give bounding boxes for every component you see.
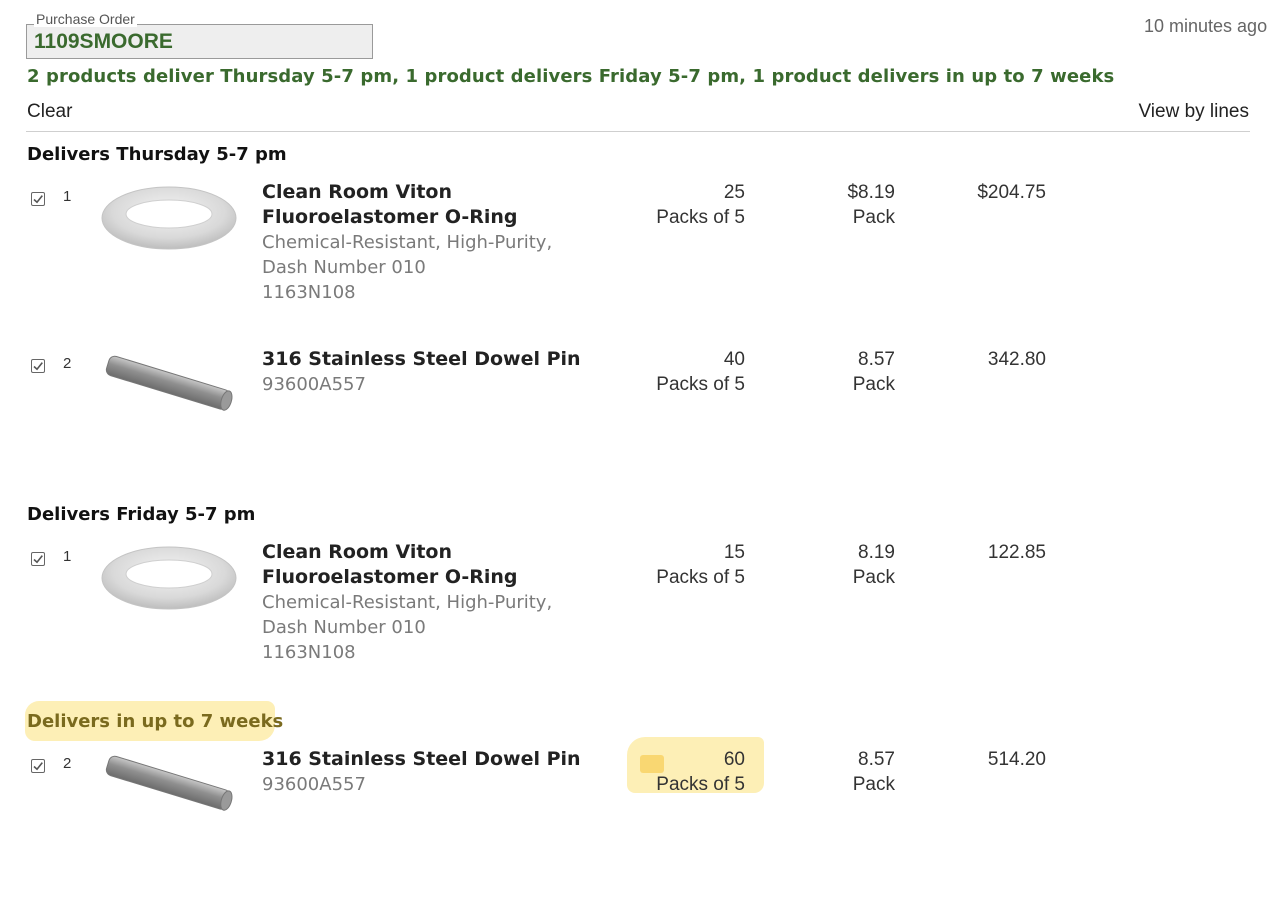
price-value: 8.57 — [858, 749, 895, 770]
product-name-line: Fluoroelastomer O-Ring — [262, 206, 518, 228]
line-total: 514.20 — [988, 747, 1046, 772]
unit-price: $8.19 Pack — [847, 180, 895, 230]
group-heading-friday: Delivers Friday 5-7 pm — [27, 504, 256, 525]
product-spec-line: Chemical-Resistant, High-Purity, — [262, 592, 553, 613]
divider — [26, 131, 1250, 132]
checkmark-icon — [33, 762, 43, 771]
order-line-row: 2 316 Stainless Steel Dowel Pin 93600A55… — [0, 348, 1277, 509]
order-line-row: 1 Clean Room Viton Fluoroelastomer O-Rin… — [0, 541, 1277, 702]
part-number: 1163N108 — [262, 642, 356, 663]
line-number: 1 — [63, 548, 72, 565]
price-value: 8.57 — [858, 349, 895, 370]
product-spec-line: Chemical-Resistant, High-Purity, — [262, 232, 553, 253]
part-number: 93600A557 — [262, 774, 366, 795]
quantity-value: 15 — [723, 542, 745, 563]
line-checkbox[interactable] — [31, 759, 45, 773]
product-description: Chemical-Resistant, High-Purity, Dash Nu… — [262, 590, 622, 665]
clear-link[interactable]: Clear — [27, 101, 72, 123]
quantity-unit: Packs of 5 — [656, 374, 745, 395]
product-name-link[interactable]: 316 Stainless Steel Dowel Pin — [262, 747, 622, 772]
price-unit: Pack — [852, 567, 895, 588]
product-name-link[interactable]: Clean Room Viton Fluoroelastomer O-Ring — [262, 180, 622, 230]
quantity: 15 Packs of 5 — [656, 540, 745, 590]
line-number: 1 — [63, 188, 72, 205]
product-spec-line: Dash Number 010 — [262, 257, 426, 278]
dowel-pin-image — [105, 355, 233, 411]
product-name-link[interactable]: Clean Room Viton Fluoroelastomer O-Ring — [262, 540, 622, 590]
o-ring-image — [101, 186, 237, 250]
quantity-unit: Packs of 5 — [656, 207, 745, 228]
checkmark-icon — [33, 555, 43, 564]
line-number: 2 — [63, 755, 72, 772]
delivery-summary: 2 products deliver Thursday 5-7 pm, 1 pr… — [27, 66, 1115, 87]
total-value: 122.85 — [987, 542, 1046, 563]
group-heading-thursday: Delivers Thursday 5-7 pm — [27, 144, 287, 165]
checkmark-icon — [33, 362, 43, 371]
product-name-line: Fluoroelastomer O-Ring — [262, 566, 518, 588]
last-saved-timestamp: 10 minutes ago — [1144, 16, 1268, 36]
quantity-value: 60 — [723, 749, 745, 770]
total-value: $204.75 — [977, 182, 1046, 203]
product-description: 93600A557 — [262, 772, 622, 797]
price-value: 8.19 — [858, 542, 895, 563]
line-number: 2 — [63, 355, 72, 372]
product-spec-line: Dash Number 010 — [262, 617, 426, 638]
line-checkbox[interactable] — [31, 192, 45, 206]
product-name-link[interactable]: 316 Stainless Steel Dowel Pin — [262, 347, 622, 372]
line-total: 122.85 — [988, 540, 1046, 565]
total-value: 514.20 — [987, 749, 1046, 770]
dowel-pin-image — [105, 755, 233, 811]
quantity-value: 40 — [723, 349, 745, 370]
unit-price: 8.19 Pack — [853, 540, 895, 590]
price-unit: Pack — [852, 774, 895, 795]
product-description: Chemical-Resistant, High-Purity, Dash Nu… — [262, 230, 622, 305]
view-by-lines-link[interactable]: View by lines — [1138, 101, 1249, 123]
unit-price: 8.57 Pack — [853, 347, 895, 397]
purchase-order-label: Purchase Order — [34, 11, 137, 27]
quantity-unit: Packs of 5 — [656, 774, 745, 795]
o-ring-image — [101, 546, 237, 610]
unit-price: 8.57 Pack — [853, 747, 895, 797]
quantity: 60 Packs of 5 — [656, 747, 745, 797]
product-name-line: Clean Room Viton — [262, 181, 452, 203]
quantity-value: 25 — [723, 182, 745, 203]
checkmark-icon — [33, 195, 43, 204]
product-name-line: 316 Stainless Steel Dowel Pin — [262, 348, 581, 370]
price-unit: Pack — [852, 207, 895, 228]
order-line-row: 2 316 Stainless Steel Dowel Pin 93600A55… — [0, 737, 1277, 909]
line-checkbox[interactable] — [31, 359, 45, 373]
product-name-line: Clean Room Viton — [262, 541, 452, 563]
quantity: 40 Packs of 5 — [656, 347, 745, 397]
line-checkbox[interactable] — [31, 552, 45, 566]
price-unit: Pack — [852, 374, 895, 395]
order-line-row: 1 Clean Room Viton Fluoroelastomer O-Rin… — [0, 181, 1277, 342]
part-number: 93600A557 — [262, 374, 366, 395]
quantity-unit: Packs of 5 — [656, 567, 745, 588]
quantity: 25 Packs of 5 — [656, 180, 745, 230]
line-total: 342.80 — [988, 347, 1046, 372]
line-total: $204.75 — [977, 180, 1046, 205]
group-heading-7-weeks: Delivers in up to 7 weeks — [27, 711, 284, 732]
total-value: 342.80 — [987, 349, 1046, 370]
part-number: 1163N108 — [262, 282, 356, 303]
product-description: 93600A557 — [262, 372, 622, 397]
product-name-line: 316 Stainless Steel Dowel Pin — [262, 748, 581, 770]
price-value: $8.19 — [847, 182, 895, 203]
purchase-order-field[interactable] — [26, 24, 373, 59]
purchase-order-input[interactable] — [31, 29, 372, 55]
